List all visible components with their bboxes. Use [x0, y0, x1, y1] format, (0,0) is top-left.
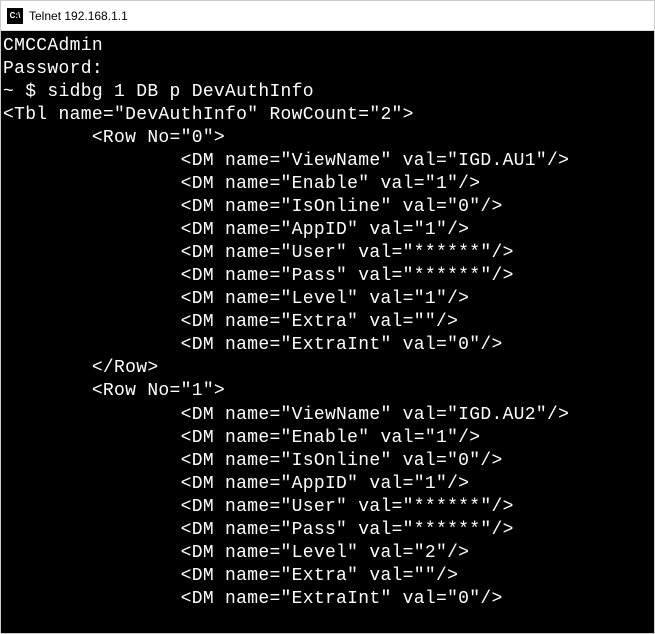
telnet-window: C:\ Telnet 192.168.1.1 CMCCAdmin Passwor…	[0, 0, 655, 634]
cmd-icon: C:\	[7, 8, 23, 24]
terminal-output[interactable]: CMCCAdmin Password: ~ $ sidbg 1 DB p Dev…	[1, 31, 654, 633]
window-title: Telnet 192.168.1.1	[29, 9, 128, 23]
titlebar[interactable]: C:\ Telnet 192.168.1.1	[1, 1, 654, 31]
